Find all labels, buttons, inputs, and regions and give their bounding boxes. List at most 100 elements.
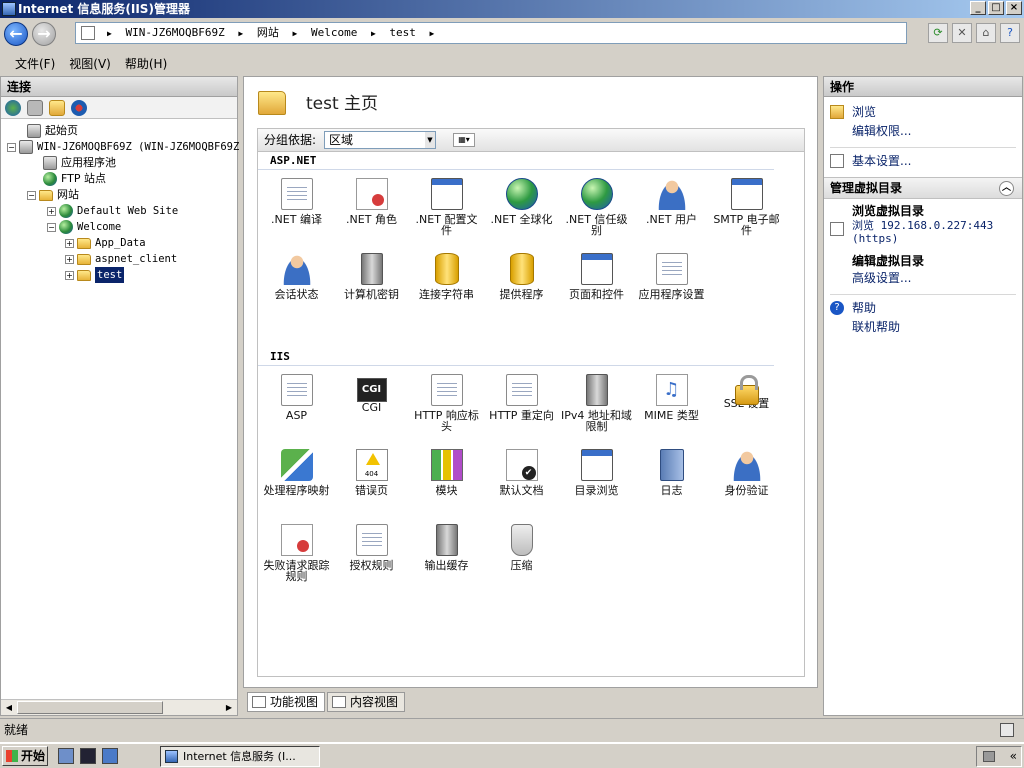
- feature-authorization[interactable]: 授权规则: [334, 524, 409, 599]
- powershell-icon[interactable]: [80, 748, 96, 764]
- tree-server[interactable]: − WIN-JZ6MOQBF69Z (WIN-JZ6MOQBF69Z: [7, 139, 239, 155]
- refresh-button[interactable]: ⟳: [928, 23, 948, 43]
- feature-error-pages[interactable]: 错误页: [334, 449, 409, 524]
- maximize-button[interactable]: □: [988, 1, 1004, 15]
- feature-ssl[interactable]: SSL 设置: [709, 374, 784, 449]
- tab-features-view[interactable]: 功能视图: [247, 692, 326, 712]
- tree-app-pools[interactable]: 应用程序池: [7, 155, 237, 171]
- chevron-right-icon[interactable]: ▶: [430, 29, 435, 38]
- tree-aspnet-client[interactable]: + aspnet_client: [7, 251, 237, 267]
- feature-app-settings[interactable]: 应用程序设置: [634, 253, 709, 328]
- pages-controls-icon: [580, 253, 613, 285]
- feature-mime[interactable]: ♫ MIME 类型: [634, 374, 709, 449]
- action-browse[interactable]: 浏览: [824, 103, 1022, 122]
- collapse-toggle[interactable]: −: [27, 190, 36, 200]
- collapse-toggle[interactable]: −: [47, 222, 56, 232]
- menu-help[interactable]: 帮助(H): [118, 52, 174, 74]
- action-advanced-settings[interactable]: 高级设置...: [824, 269, 1022, 288]
- tree-default-web-site[interactable]: + Default Web Site: [7, 203, 237, 219]
- expand-toggle[interactable]: +: [65, 254, 74, 264]
- breadcrumb-welcome[interactable]: Welcome: [311, 26, 357, 39]
- forward-button[interactable]: →: [32, 22, 56, 46]
- feature-authentication[interactable]: 身份验证: [709, 449, 784, 524]
- scroll-thumb[interactable]: [17, 701, 163, 714]
- feature-session-state[interactable]: 会话状态: [259, 253, 334, 328]
- feature-asp[interactable]: ASP: [259, 374, 334, 449]
- action-edit-permissions[interactable]: 编辑权限...: [824, 122, 1022, 141]
- view-mode-button[interactable]: ▦▾: [453, 133, 475, 147]
- action-browse-url[interactable]: 浏览 192.168.0.227:443 (https): [824, 219, 1022, 245]
- home-button[interactable]: ⌂: [976, 23, 996, 43]
- close-button[interactable]: ×: [1006, 1, 1022, 15]
- feature-net-trust[interactable]: .NET 信任级别: [559, 178, 634, 253]
- feature-pages-controls[interactable]: 页面和控件: [559, 253, 634, 328]
- menu-file[interactable]: 文件(F): [8, 52, 62, 74]
- feature-logging[interactable]: 日志: [634, 449, 709, 524]
- feature-modules[interactable]: 模块: [409, 449, 484, 524]
- minimize-button[interactable]: _: [970, 1, 986, 15]
- collapse-toggle[interactable]: −: [7, 142, 16, 152]
- feature-connection-strings[interactable]: 连接字符串: [409, 253, 484, 328]
- feature-machine-key[interactable]: 计算机密钥: [334, 253, 409, 328]
- help-button[interactable]: ?: [1000, 23, 1020, 43]
- server-manager-icon[interactable]: [58, 748, 74, 764]
- action-help[interactable]: ? 帮助: [824, 299, 1022, 318]
- feature-failed-request[interactable]: 失败请求跟踪规则: [259, 524, 334, 599]
- chevron-right-icon[interactable]: ▶: [371, 29, 376, 38]
- feature-handler-mappings[interactable]: 处理程序映射: [259, 449, 334, 524]
- feature-net-globalization[interactable]: .NET 全球化: [484, 178, 559, 253]
- tree-start-page[interactable]: 起始页: [7, 123, 237, 139]
- chevron-left-icon[interactable]: «: [1010, 749, 1017, 763]
- up-folder-icon[interactable]: [49, 99, 65, 116]
- collapse-icon[interactable]: ︿: [999, 181, 1014, 196]
- chevron-right-icon[interactable]: ▶: [293, 29, 298, 38]
- feature-providers[interactable]: 提供程序: [484, 253, 559, 328]
- scroll-right-icon[interactable]: ▶: [222, 701, 236, 714]
- feature-http-redirect[interactable]: HTTP 重定向: [484, 374, 559, 449]
- tree-app-data[interactable]: + App_Data: [7, 235, 237, 251]
- chevron-right-icon[interactable]: ▶: [107, 29, 112, 38]
- expand-toggle[interactable]: +: [65, 270, 74, 280]
- group-by-select[interactable]: 区域 ▼: [324, 131, 436, 149]
- horizontal-scrollbar[interactable]: ◀ ▶: [1, 699, 237, 715]
- feature-net-roles[interactable]: .NET 角色: [334, 178, 409, 253]
- show-desktop-icon[interactable]: [102, 748, 118, 764]
- tree-welcome[interactable]: − Welcome: [7, 219, 237, 235]
- feature-net-profile[interactable]: .NET 配置文件: [409, 178, 484, 253]
- start-button[interactable]: 开始: [2, 746, 48, 766]
- feature-directory-browsing[interactable]: 目录浏览: [559, 449, 634, 524]
- feature-output-cache[interactable]: 输出缓存: [409, 524, 484, 599]
- net-trust-icon: [580, 178, 613, 210]
- tab-content-view[interactable]: 内容视图: [327, 692, 406, 712]
- network-tray-icon[interactable]: [983, 751, 995, 762]
- feature-net-users[interactable]: .NET 用户: [634, 178, 709, 253]
- expand-toggle[interactable]: +: [65, 238, 74, 248]
- address-bar[interactable]: ▶ WIN-JZ6MOQBF69Z ▶ 网站 ▶ Welcome ▶ test …: [75, 22, 907, 44]
- scroll-left-icon[interactable]: ◀: [2, 701, 16, 714]
- breadcrumb-test[interactable]: test: [389, 26, 416, 39]
- feature-compression[interactable]: 压缩: [484, 524, 559, 599]
- tree-sites[interactable]: − 网站: [7, 187, 237, 203]
- feature-ipv4-restrictions[interactable]: IPv4 地址和域限制: [559, 374, 634, 449]
- iis-app-icon: [165, 750, 178, 763]
- stop-button[interactable]: ✕: [952, 23, 972, 43]
- save-icon[interactable]: [27, 99, 43, 116]
- chevron-right-icon[interactable]: ▶: [238, 29, 243, 38]
- feature-net-compile[interactable]: .NET 编译: [259, 178, 334, 253]
- taskbar-item-iis[interactable]: Internet 信息服务 (I...: [160, 746, 320, 767]
- action-basic-settings[interactable]: 基本设置...: [824, 152, 1022, 171]
- action-online-help[interactable]: 联机帮助: [824, 318, 1022, 337]
- breadcrumb-sites[interactable]: 网站: [257, 26, 279, 39]
- expand-toggle[interactable]: +: [47, 206, 56, 216]
- feature-default-document[interactable]: 默认文档: [484, 449, 559, 524]
- tree-test[interactable]: + test: [7, 267, 237, 283]
- back-button[interactable]: ←: [4, 22, 28, 46]
- disconnect-icon[interactable]: [71, 99, 87, 116]
- menu-view[interactable]: 视图(V): [62, 52, 118, 74]
- connect-icon[interactable]: [5, 99, 21, 116]
- tree-ftp-sites[interactable]: FTP 站点: [7, 171, 237, 187]
- feature-http-headers[interactable]: HTTP 响应标头: [409, 374, 484, 449]
- feature-cgi[interactable]: CGI CGI: [334, 374, 409, 449]
- feature-smtp[interactable]: SMTP 电子邮件: [709, 178, 784, 253]
- breadcrumb-server[interactable]: WIN-JZ6MOQBF69Z: [125, 26, 224, 39]
